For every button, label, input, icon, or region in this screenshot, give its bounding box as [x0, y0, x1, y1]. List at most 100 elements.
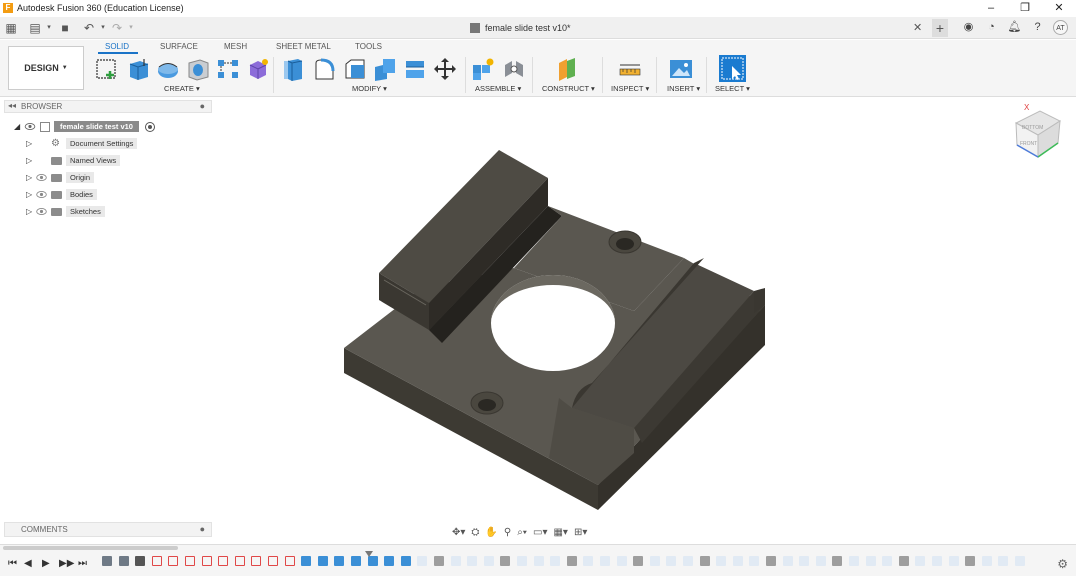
- timeline-feature-icon[interactable]: [284, 556, 295, 566]
- redo-icon[interactable]: ↷: [110, 21, 124, 35]
- workspace-switcher[interactable]: DESIGN ▼: [8, 46, 84, 90]
- press-pull-icon[interactable]: [282, 57, 306, 81]
- timeline-feature-icon[interactable]: [151, 556, 162, 566]
- modify-group-label[interactable]: MODIFY ▾: [352, 84, 387, 93]
- notifications-icon[interactable]: 🔔︎: [1007, 20, 1022, 35]
- viewports-icon[interactable]: ⊞▾: [574, 527, 587, 538]
- browser-node-document-settings[interactable]: ▷ ⚙ Document Settings: [26, 137, 138, 150]
- timeline-feature-icon[interactable]: [417, 556, 428, 566]
- extrude-icon[interactable]: [126, 57, 150, 81]
- timeline-feature-icon[interactable]: [317, 556, 328, 566]
- timeline-feature-icon[interactable]: [766, 556, 776, 566]
- construct-group-label[interactable]: CONSTRUCT ▾: [542, 84, 595, 93]
- timeline-feature-icon[interactable]: [533, 556, 544, 566]
- grid-settings-icon[interactable]: ▦▾: [553, 527, 567, 538]
- close-document-icon[interactable]: ✕: [913, 21, 922, 34]
- timeline-feature-icon[interactable]: [815, 556, 826, 566]
- timeline-feature-icon[interactable]: [351, 556, 361, 566]
- timeline-feature-icon[interactable]: [583, 556, 594, 566]
- timeline-feature-icon[interactable]: [981, 556, 992, 566]
- pan-icon[interactable]: ✋: [485, 527, 497, 538]
- display-settings-icon[interactable]: ▭▾: [533, 527, 547, 538]
- undo-icon[interactable]: ↶: [82, 21, 96, 35]
- fillet-icon[interactable]: [313, 57, 337, 81]
- go-to-end-icon[interactable]: ⏭: [78, 558, 87, 569]
- inspect-group-label[interactable]: INSPECT ▾: [611, 84, 649, 93]
- assemble-group-label[interactable]: ASSEMBLE ▾: [475, 84, 521, 93]
- select-group-label[interactable]: SELECT ▾: [715, 84, 750, 93]
- timeline-feature-icon[interactable]: [749, 556, 760, 566]
- minimize-icon[interactable]: –: [974, 0, 1008, 16]
- help-icon[interactable]: ?: [1030, 20, 1045, 35]
- timeline-feature-icon[interactable]: [434, 556, 444, 566]
- timeline-feature-icon[interactable]: [616, 556, 627, 566]
- orbit-icon[interactable]: ✥▾: [452, 527, 465, 538]
- app-grid-icon[interactable]: ▦: [4, 21, 18, 35]
- look-at-icon[interactable]: ⛭: [471, 527, 479, 538]
- expand-triangle-icon[interactable]: ◢: [14, 122, 24, 131]
- play-icon[interactable]: ▶: [42, 558, 50, 569]
- go-to-start-icon[interactable]: ⏮: [8, 558, 17, 569]
- browser-node-origin[interactable]: ▷ Origin: [26, 171, 95, 184]
- zoom-icon[interactable]: ⚲: [504, 527, 511, 538]
- browser-root-node[interactable]: ◢ female slide test v10: [14, 120, 155, 133]
- step-forward-icon[interactable]: ▶▶: [59, 558, 74, 569]
- timeline-settings-icon[interactable]: ⚙: [1057, 557, 1068, 571]
- timeline-feature-icon[interactable]: [898, 556, 909, 566]
- timeline-feature-icon[interactable]: [118, 556, 129, 566]
- comments-panel-header[interactable]: COMMENTS ●: [4, 522, 212, 537]
- add-comment-icon[interactable]: ●: [200, 524, 205, 534]
- offset-plane-icon[interactable]: [555, 57, 579, 81]
- timeline-feature-icon[interactable]: [400, 556, 411, 566]
- timeline-feature-icon[interactable]: [832, 556, 843, 566]
- create-form-icon[interactable]: [246, 57, 270, 81]
- expand-triangle-icon[interactable]: ▷: [26, 190, 36, 199]
- timeline-feature-icon[interactable]: [234, 556, 245, 566]
- undo-chevron-icon[interactable]: ▾: [96, 21, 110, 35]
- minimize-panel-icon[interactable]: ●: [200, 101, 205, 111]
- timeline-feature-icon[interactable]: [367, 556, 378, 566]
- visibility-eye-icon[interactable]: [36, 174, 47, 181]
- timeline-feature-icon[interactable]: [732, 556, 743, 566]
- timeline-feature-icon[interactable]: [782, 556, 793, 566]
- timeline-feature-icon[interactable]: [185, 556, 195, 566]
- timeline-feature-icon[interactable]: [666, 556, 677, 566]
- timeline-feature-icon[interactable]: [882, 556, 893, 566]
- redo-chevron-icon[interactable]: ▾: [124, 21, 138, 35]
- save-icon[interactable]: ■: [58, 21, 72, 35]
- timeline-feature-icon[interactable]: [716, 556, 727, 566]
- timeline-feature-icon[interactable]: [600, 556, 610, 566]
- timeline-feature-icon[interactable]: [467, 556, 478, 566]
- combine-icon[interactable]: [403, 57, 427, 81]
- job-status-icon[interactable]: ◔: [984, 20, 999, 35]
- timeline-feature-icon[interactable]: [948, 556, 959, 566]
- timeline-feature-icon[interactable]: [915, 556, 926, 566]
- extensions-icon[interactable]: ◉: [961, 20, 976, 35]
- revolve-icon[interactable]: [156, 57, 180, 81]
- timeline-feature-icon[interactable]: [550, 556, 561, 566]
- create-group-label[interactable]: CREATE ▾: [164, 84, 200, 93]
- timeline-feature-icon[interactable]: [102, 556, 112, 566]
- canvas-viewport[interactable]: [214, 98, 1076, 540]
- timeline-feature-icon[interactable]: [450, 556, 461, 566]
- timeline-feature-icon[interactable]: [865, 556, 876, 566]
- timeline-feature-icon[interactable]: [633, 556, 644, 566]
- move-copy-icon[interactable]: [433, 57, 457, 81]
- document-tab[interactable]: female slide test v10*: [470, 20, 571, 36]
- timeline-feature-icon[interactable]: [699, 556, 710, 566]
- activate-component-icon[interactable]: [144, 121, 155, 132]
- timeline-feature-icon[interactable]: [251, 556, 262, 566]
- timeline-feature-icon[interactable]: [998, 556, 1009, 566]
- timeline-feature-icon[interactable]: [268, 556, 278, 566]
- expand-triangle-icon[interactable]: ▷: [26, 173, 36, 182]
- visibility-eye-icon[interactable]: [36, 191, 47, 198]
- select-icon[interactable]: [719, 55, 746, 82]
- timeline-feature-icon[interactable]: [135, 556, 146, 566]
- close-icon[interactable]: ✕: [1042, 0, 1076, 16]
- create-sketch-icon[interactable]: [95, 57, 119, 81]
- restore-icon[interactable]: ❐: [1008, 0, 1042, 16]
- browser-node-sketches[interactable]: ▷ Sketches: [26, 205, 105, 218]
- timeline-feature-icon[interactable]: [566, 556, 577, 566]
- tab-surface[interactable]: SURFACE: [160, 42, 198, 51]
- tab-tools[interactable]: TOOLS: [355, 42, 382, 51]
